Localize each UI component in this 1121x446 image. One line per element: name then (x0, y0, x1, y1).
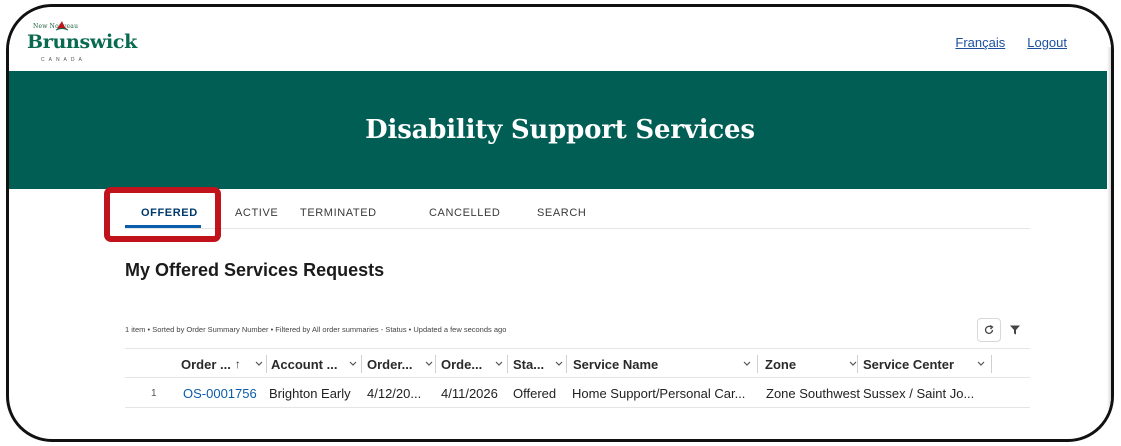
list-meta: 1 item • Sorted by Order Summary Number … (125, 325, 507, 334)
column-header-account[interactable]: Account ... (271, 349, 363, 379)
zone-cell: Zone Southwest (766, 385, 860, 401)
table-header: Order ... ↑ Account ... Order... Orde... (125, 348, 1030, 378)
services-table: Order ... ↑ Account ... Order... Orde... (125, 348, 1030, 408)
logo[interactable]: New Nouveau Brunswick CANADA (23, 19, 143, 65)
tab-bar: OFFERED ACTIVE TERMINATED CANCELLED SEAR… (125, 203, 1030, 229)
service-name-cell: Home Support/Personal Car... (572, 385, 746, 401)
column-separator (757, 355, 758, 373)
tab-terminated[interactable]: TERMINATED (300, 207, 377, 219)
column-header-order-date[interactable]: Order... (367, 349, 439, 379)
column-separator (435, 355, 436, 373)
column-separator (566, 355, 567, 373)
column-separator (857, 355, 858, 373)
list-heading: My Offered Services Requests (125, 260, 385, 280)
chevron-down-icon[interactable] (975, 357, 987, 369)
row-number: 1 (151, 387, 157, 399)
column-separator (991, 355, 992, 373)
column-header-service-name[interactable]: Service Name (573, 349, 759, 379)
service-center-cell: Sussex / Saint Jo... (863, 385, 975, 401)
page-title: Disability Support Services (365, 115, 755, 145)
sort-up-arrow-icon: ↑ (234, 357, 241, 371)
tab-search[interactable]: SEARCH (537, 207, 586, 219)
column-header-order-number[interactable]: Order ... ↑ (181, 349, 265, 379)
chevron-down-icon[interactable] (493, 357, 505, 369)
chevron-down-icon[interactable] (553, 357, 565, 369)
refresh-button[interactable] (977, 318, 1001, 342)
column-separator (266, 355, 267, 373)
chevron-down-icon[interactable] (253, 357, 265, 369)
column-header-orde[interactable]: Orde... (441, 349, 509, 379)
logo-country: CANADA (41, 57, 86, 63)
table-row[interactable]: 1 OS-0001756 Brighton Early 4/12/20... 4… (125, 378, 1030, 408)
chevron-down-icon[interactable] (741, 357, 753, 369)
status-cell: Offered (513, 385, 557, 401)
account-cell: Brighton Early (269, 385, 351, 401)
column-separator (361, 355, 362, 373)
logout-link[interactable]: Logout (1027, 35, 1067, 50)
tab-active[interactable]: ACTIVE (235, 207, 278, 219)
refresh-icon (984, 324, 994, 334)
frame-edge-shadow (1107, 47, 1111, 439)
chevron-down-icon[interactable] (347, 357, 359, 369)
header-links: Français Logout (955, 35, 1067, 50)
francais-link[interactable]: Français (955, 35, 1005, 50)
column-header-zone[interactable]: Zone (765, 349, 861, 379)
order-date-cell: 4/12/20... (367, 385, 422, 401)
column-header-status[interactable]: Sta... (513, 349, 567, 379)
orde-cell: 4/11/2026 (441, 385, 498, 401)
column-separator (507, 355, 508, 373)
chevron-down-icon[interactable] (423, 357, 435, 369)
order-number-link[interactable]: OS-0001756 (183, 378, 257, 408)
logo-wordmark: Brunswick (27, 31, 138, 53)
filter-button[interactable] (1003, 318, 1027, 342)
top-bar: New Nouveau Brunswick CANADA Français Lo… (9, 7, 1111, 71)
logo-ship-icon (55, 21, 69, 31)
banner: Disability Support Services (9, 71, 1111, 189)
tab-highlight-annotation (104, 187, 221, 242)
filter-icon (1010, 325, 1020, 335)
screenshot-frame: New Nouveau Brunswick CANADA Français Lo… (6, 4, 1114, 442)
tab-cancelled[interactable]: CANCELLED (429, 207, 500, 219)
column-header-service-center[interactable]: Service Center (863, 349, 989, 379)
